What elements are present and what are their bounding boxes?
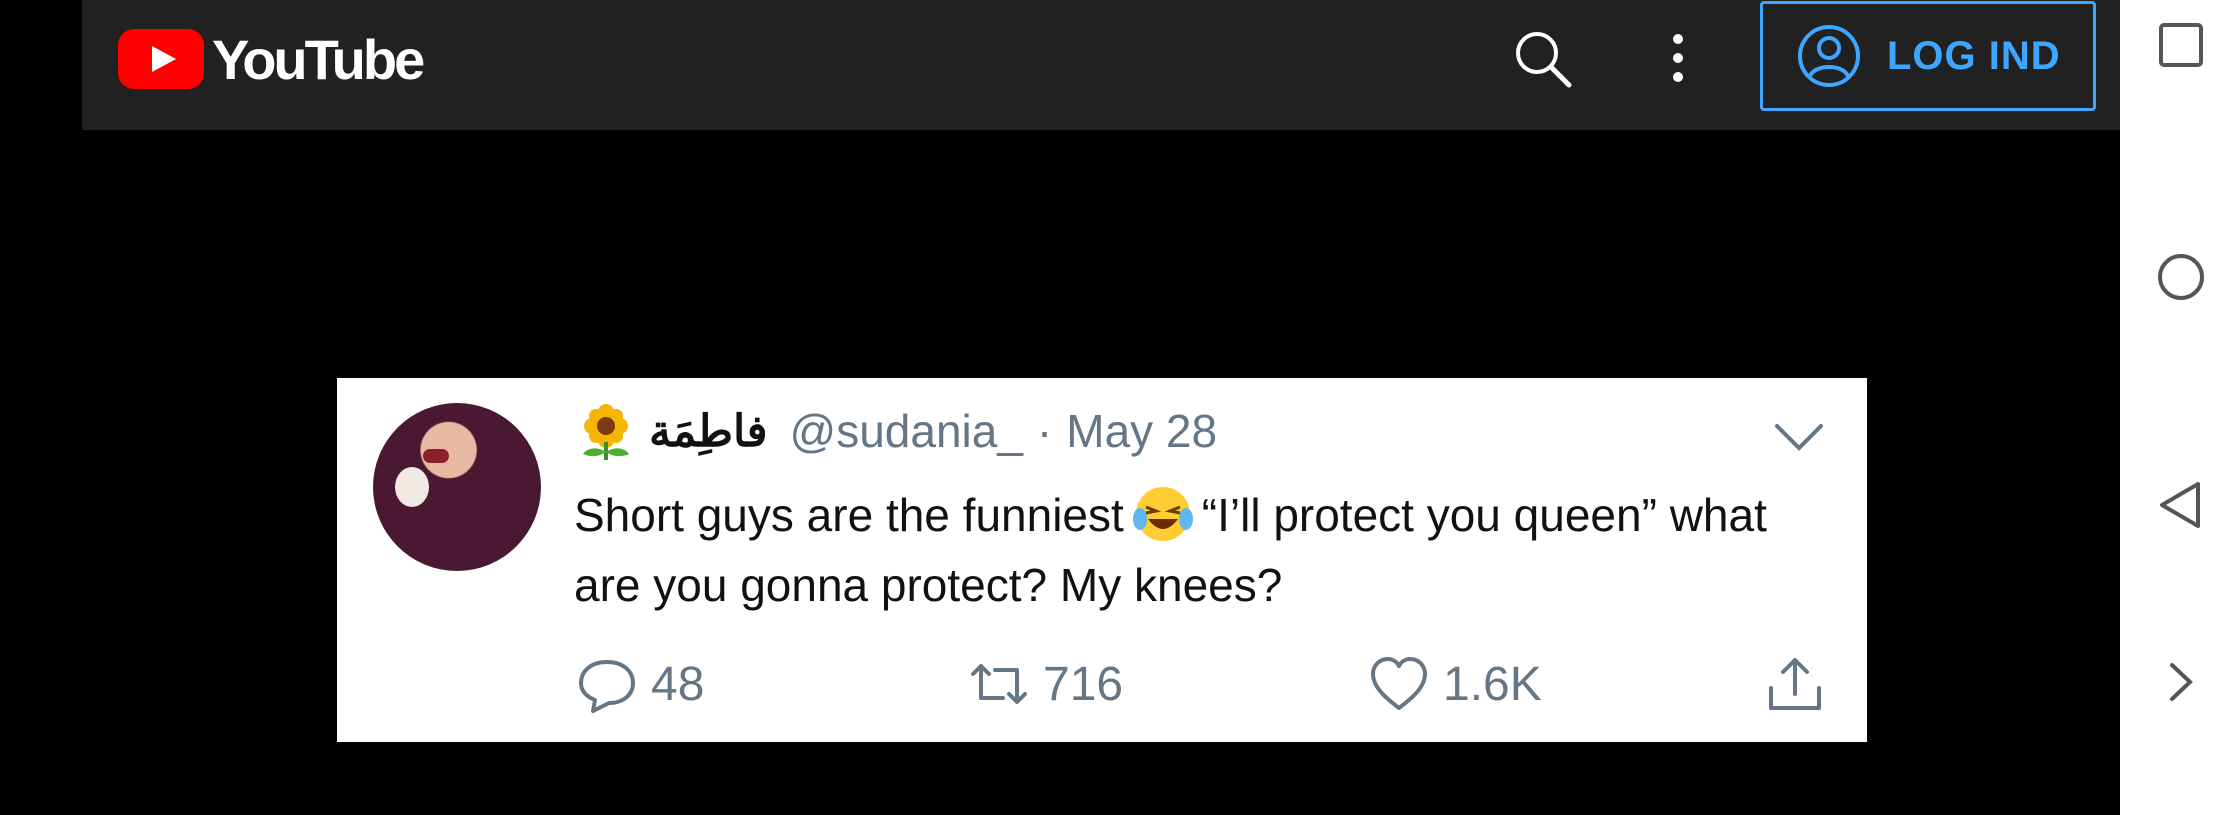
search-icon[interactable] xyxy=(1512,28,1574,90)
square-icon[interactable] xyxy=(2156,20,2206,70)
share-button[interactable] xyxy=(1765,652,1839,716)
sunflower-icon xyxy=(583,404,629,460)
left-letterbox xyxy=(0,0,82,815)
avatar[interactable] xyxy=(373,403,541,571)
tweet-card: فاطِمَة @sudania_ · May 28 Short guys ar… xyxy=(337,378,1867,742)
separator: · xyxy=(1036,405,1053,457)
display-name[interactable]: فاطِمَة xyxy=(649,406,768,457)
tweet-header: فاطِمَة @sudania_ · May 28 xyxy=(577,400,1217,462)
account-icon xyxy=(1798,25,1860,87)
reply-count: 48 xyxy=(651,657,705,711)
chevron-right-icon[interactable] xyxy=(2156,657,2206,707)
chevron-down-icon[interactable] xyxy=(1773,420,1825,454)
retweet-count: 716 xyxy=(1043,657,1124,711)
back-triangle-icon[interactable] xyxy=(2156,480,2206,530)
reply-icon xyxy=(579,660,635,713)
retweet-button[interactable]: 716 xyxy=(969,652,1123,716)
laughing-tears-emoji-icon xyxy=(1132,487,1193,541)
share-icon xyxy=(1769,658,1821,710)
youtube-play-icon xyxy=(118,29,204,89)
heart-icon xyxy=(1371,657,1427,710)
tweet-date[interactable]: May 28 xyxy=(1066,404,1217,458)
retweet-icon xyxy=(971,664,1027,704)
login-label: LOG IND xyxy=(1887,33,2061,78)
youtube-wordmark: YouTube xyxy=(212,27,425,91)
reply-button[interactable]: 48 xyxy=(577,652,704,716)
like-count: 1.6K xyxy=(1443,657,1542,711)
youtube-logo[interactable]: YouTube xyxy=(118,27,425,91)
tweet-text: Short guys are the funniest “I’ll protec… xyxy=(574,480,1834,620)
handle[interactable]: @sudania_ xyxy=(790,404,1023,458)
more-vert-icon[interactable] xyxy=(1668,28,1688,88)
tweet-text-part1: Short guys are the funniest xyxy=(574,489,1124,541)
like-button[interactable]: 1.6K xyxy=(1369,652,1542,716)
circle-icon[interactable] xyxy=(2156,252,2206,302)
youtube-header: YouTube LOG IND xyxy=(82,0,2120,130)
system-nav-bar xyxy=(2120,0,2240,815)
login-button[interactable]: LOG IND xyxy=(1760,1,2096,111)
